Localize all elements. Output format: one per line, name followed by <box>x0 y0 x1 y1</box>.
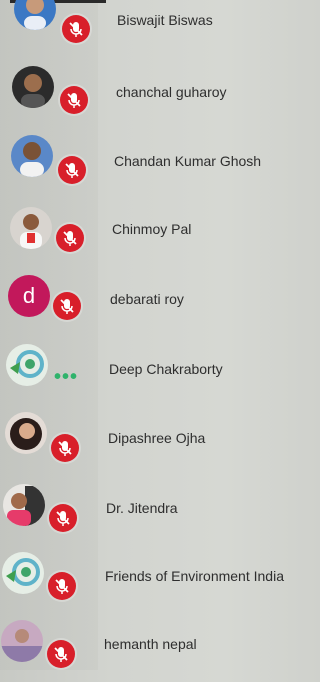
participant-name: Dipashree Ojha <box>108 430 206 446</box>
participant-row[interactable]: Biswajit Biswas <box>0 0 319 52</box>
mic-off-icon <box>51 434 79 462</box>
mic-off-icon <box>58 156 86 184</box>
participant-row[interactable]: Dr. Jitendra <box>0 480 319 544</box>
more-dots-icon: ••• <box>54 366 79 388</box>
participant-row[interactable]: Friends of Environment India <box>0 548 319 612</box>
mic-off-icon <box>53 292 81 320</box>
participant-name: Chinmoy Pal <box>112 221 192 237</box>
participant-row[interactable]: Chinmoy Pal <box>0 203 319 267</box>
participant-avatar <box>1 620 43 662</box>
mic-off-icon <box>60 86 88 114</box>
participant-row[interactable]: Dipashree Ojha <box>0 410 319 474</box>
participant-avatar <box>3 484 45 526</box>
participant-name: Deep Chakraborty <box>109 361 223 377</box>
participant-row[interactable]: hemanth nepal <box>0 618 319 682</box>
participant-name: Dr. Jitendra <box>106 500 178 516</box>
participant-name: Biswajit Biswas <box>117 12 213 28</box>
participant-row[interactable]: ••• Deep Chakraborty <box>0 342 319 406</box>
participant-avatar <box>12 66 54 108</box>
participant-avatar <box>14 0 56 30</box>
participant-row[interactable]: chanchal guharoy <box>0 64 319 128</box>
participant-row[interactable]: Chandan Kumar Ghosh <box>0 133 319 197</box>
participant-row[interactable]: d debarati roy <box>0 272 319 336</box>
participant-name: hemanth nepal <box>104 636 197 652</box>
participant-name: chanchal guharoy <box>116 84 227 100</box>
participant-avatar <box>5 412 47 454</box>
participant-avatar <box>2 552 44 594</box>
participant-name: debarati roy <box>110 291 184 307</box>
participant-name: Chandan Kumar Ghosh <box>114 153 262 169</box>
participant-avatar <box>11 135 53 177</box>
mic-off-icon <box>49 504 77 532</box>
participant-name: Friends of Environment India <box>105 568 284 584</box>
participant-list: Biswajit Biswas chanchal guharoy Chandan… <box>0 0 319 670</box>
participant-avatar <box>6 344 48 386</box>
mic-off-icon <box>48 572 76 600</box>
mic-off-icon <box>56 224 84 252</box>
participant-avatar-letter: d <box>8 275 50 317</box>
mic-off-icon <box>47 640 75 668</box>
participant-avatar <box>10 207 52 249</box>
mic-off-icon <box>62 15 90 43</box>
